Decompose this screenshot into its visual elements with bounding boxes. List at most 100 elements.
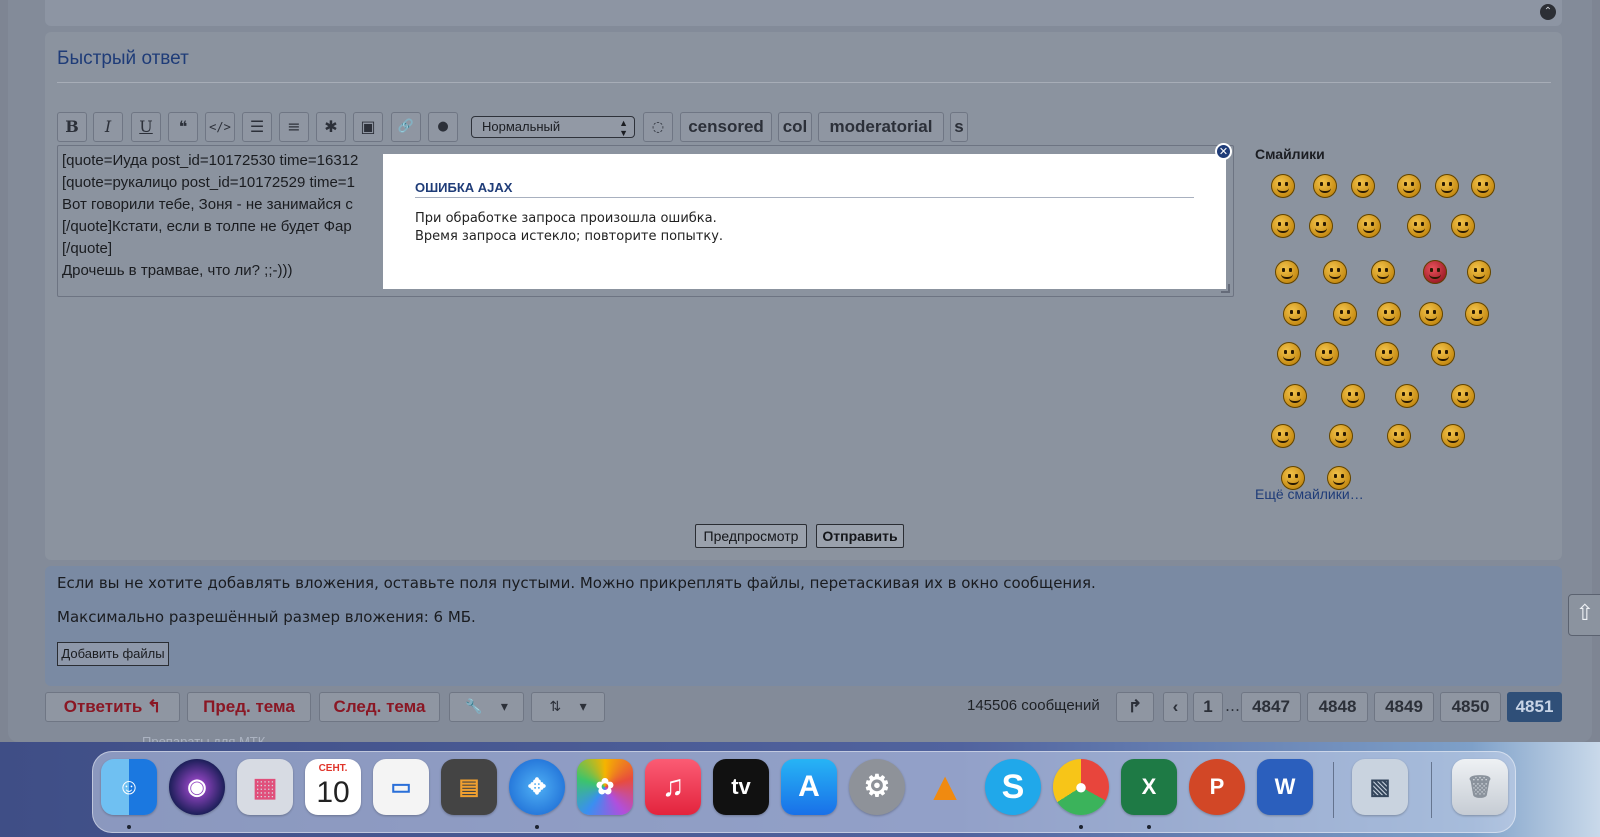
smiley-icon[interactable] <box>1441 424 1465 448</box>
smiley-icon[interactable] <box>1313 174 1337 198</box>
smiley-icon[interactable] <box>1277 342 1301 366</box>
launchpad-icon[interactable]: ▦ <box>237 759 293 815</box>
smiley-icon[interactable] <box>1431 342 1455 366</box>
hide-button[interactable]: ◌ <box>643 112 673 142</box>
calendar-icon[interactable]: СЕНТ. 10 <box>305 759 361 815</box>
smiley-mouth <box>1319 188 1331 193</box>
excel-icon[interactable]: X <box>1121 759 1177 815</box>
smiley-icon[interactable] <box>1375 342 1399 366</box>
page-button-4848[interactable]: 4848 <box>1307 692 1368 722</box>
smiley-icon[interactable] <box>1315 342 1339 366</box>
col-button[interactable]: col <box>778 112 812 142</box>
smiley-mouth <box>1447 438 1459 443</box>
prev-page-button[interactable]: ‹ <box>1163 692 1188 722</box>
preview-button[interactable]: Предпросмотр <box>695 524 807 548</box>
siri-icon[interactable]: ◉ <box>169 759 225 815</box>
keynote-icon[interactable]: ▭ <box>373 759 429 815</box>
smiley-mouth <box>1377 274 1389 279</box>
smiley-icon[interactable] <box>1357 214 1381 238</box>
color-button[interactable]: ● <box>428 112 458 142</box>
page-button-4851[interactable]: 4851 <box>1507 692 1562 722</box>
smiley-icon[interactable] <box>1451 384 1475 408</box>
smiley-icon[interactable] <box>1423 260 1447 284</box>
add-files-button[interactable]: Добавить файлы <box>57 642 169 666</box>
page-button-4849[interactable]: 4849 <box>1374 692 1434 722</box>
quick-reply-title: Быстрый ответ <box>57 48 189 69</box>
smiley-mouth <box>1457 228 1469 233</box>
list-button[interactable]: ☰ <box>242 112 272 142</box>
more-smilies-link[interactable]: Ещё смайлики… <box>1255 486 1364 502</box>
smiley-icon[interactable] <box>1395 384 1419 408</box>
bold-button[interactable]: B <box>57 112 87 142</box>
chrome-icon[interactable]: ● <box>1053 759 1109 815</box>
page-button-4847[interactable]: 4847 <box>1241 692 1301 722</box>
calculator-icon[interactable]: ▤ <box>441 759 497 815</box>
smiley-icon[interactable] <box>1435 174 1459 198</box>
smiley-mouth <box>1329 274 1341 279</box>
smiley-icon[interactable] <box>1283 384 1307 408</box>
word-icon[interactable]: W <box>1257 759 1313 815</box>
smiley-icon[interactable] <box>1451 214 1475 238</box>
smiley-icon[interactable] <box>1333 302 1357 326</box>
smiley-icon[interactable] <box>1419 302 1443 326</box>
smiley-icon[interactable] <box>1377 302 1401 326</box>
smiley-icon[interactable] <box>1271 174 1295 198</box>
music-icon[interactable]: ♫ <box>645 759 701 815</box>
next-topic-button[interactable]: След. тема <box>319 692 440 722</box>
smiley-icon[interactable] <box>1309 214 1333 238</box>
smiley-icon[interactable] <box>1467 260 1491 284</box>
moderatorial-button[interactable]: moderatorial <box>818 112 944 142</box>
finder-icon[interactable]: ☺ <box>101 759 157 815</box>
smiley-mouth <box>1473 274 1485 279</box>
safari-icon[interactable]: ✥ <box>509 759 565 815</box>
smiley-icon[interactable] <box>1371 260 1395 284</box>
smiley-icon[interactable] <box>1397 174 1421 198</box>
smiley-icon[interactable] <box>1387 424 1411 448</box>
topic-tools-button[interactable]: 🔧 ▾ <box>449 692 524 722</box>
page-button-4850[interactable]: 4850 <box>1440 692 1501 722</box>
skype-icon[interactable]: S <box>985 759 1041 815</box>
scroll-to-top-icon[interactable]: ⇧ <box>1568 594 1600 636</box>
sort-button[interactable]: ⇅ ▾ <box>531 692 605 722</box>
photos-icon[interactable]: ✿ <box>577 759 633 815</box>
smiley-icon[interactable] <box>1323 260 1347 284</box>
smiley-icon[interactable] <box>1407 214 1431 238</box>
submit-button[interactable]: Отправить <box>816 524 904 548</box>
quote-button[interactable]: ❝ <box>168 112 198 142</box>
app-store-icon[interactable]: A <box>781 759 837 815</box>
apple-tv-icon[interactable]: tv <box>713 759 769 815</box>
link-button[interactable]: 🔗 <box>391 112 421 142</box>
smiley-icon[interactable] <box>1275 260 1299 284</box>
smiley-icon[interactable] <box>1465 302 1489 326</box>
censored-button[interactable]: censored <box>680 112 772 142</box>
trash-icon[interactable]: 🗑 <box>1452 759 1508 815</box>
smiley-icon[interactable] <box>1283 302 1307 326</box>
preview-app-icon[interactable]: ▧ <box>1352 759 1408 815</box>
reply-button[interactable]: Ответить ↰ <box>45 692 180 722</box>
smiley-icon[interactable] <box>1271 214 1295 238</box>
smiley-icon[interactable] <box>1471 174 1495 198</box>
font-size-select[interactable]: Нормальный ▲ ▼ <box>471 116 635 138</box>
system-preferences-icon[interactable]: ⚙ <box>849 759 905 815</box>
image-button[interactable]: ▣ <box>353 112 383 142</box>
collapse-icon[interactable]: ⌃ <box>1540 4 1556 20</box>
strike-button[interactable]: s <box>950 112 968 142</box>
prev-topic-button[interactable]: Пред. тема <box>187 692 311 722</box>
close-icon[interactable]: ✕ <box>1215 143 1232 160</box>
jump-to-page-icon[interactable]: ↱ <box>1116 692 1154 722</box>
smiley-icon[interactable] <box>1329 424 1353 448</box>
spoiler-button[interactable]: ✱ <box>316 112 346 142</box>
underline-button[interactable]: U <box>131 112 161 142</box>
smiley-icon[interactable] <box>1351 174 1375 198</box>
smiley-mouth <box>1429 274 1441 279</box>
vlc-icon[interactable]: ▲ <box>917 759 973 815</box>
smiley-icon[interactable] <box>1341 384 1365 408</box>
powerpoint-icon[interactable]: P <box>1189 759 1245 815</box>
code-button[interactable]: </> <box>205 112 235 142</box>
italic-button[interactable]: I <box>93 112 123 142</box>
page-button-1[interactable]: 1 <box>1193 692 1223 722</box>
ordered-list-button[interactable]: ≡ <box>279 112 309 142</box>
smiley-icon[interactable] <box>1271 424 1295 448</box>
dialog-message-line: При обработке запроса произошла ошибка. <box>415 211 717 226</box>
dock-separator <box>1333 762 1334 818</box>
